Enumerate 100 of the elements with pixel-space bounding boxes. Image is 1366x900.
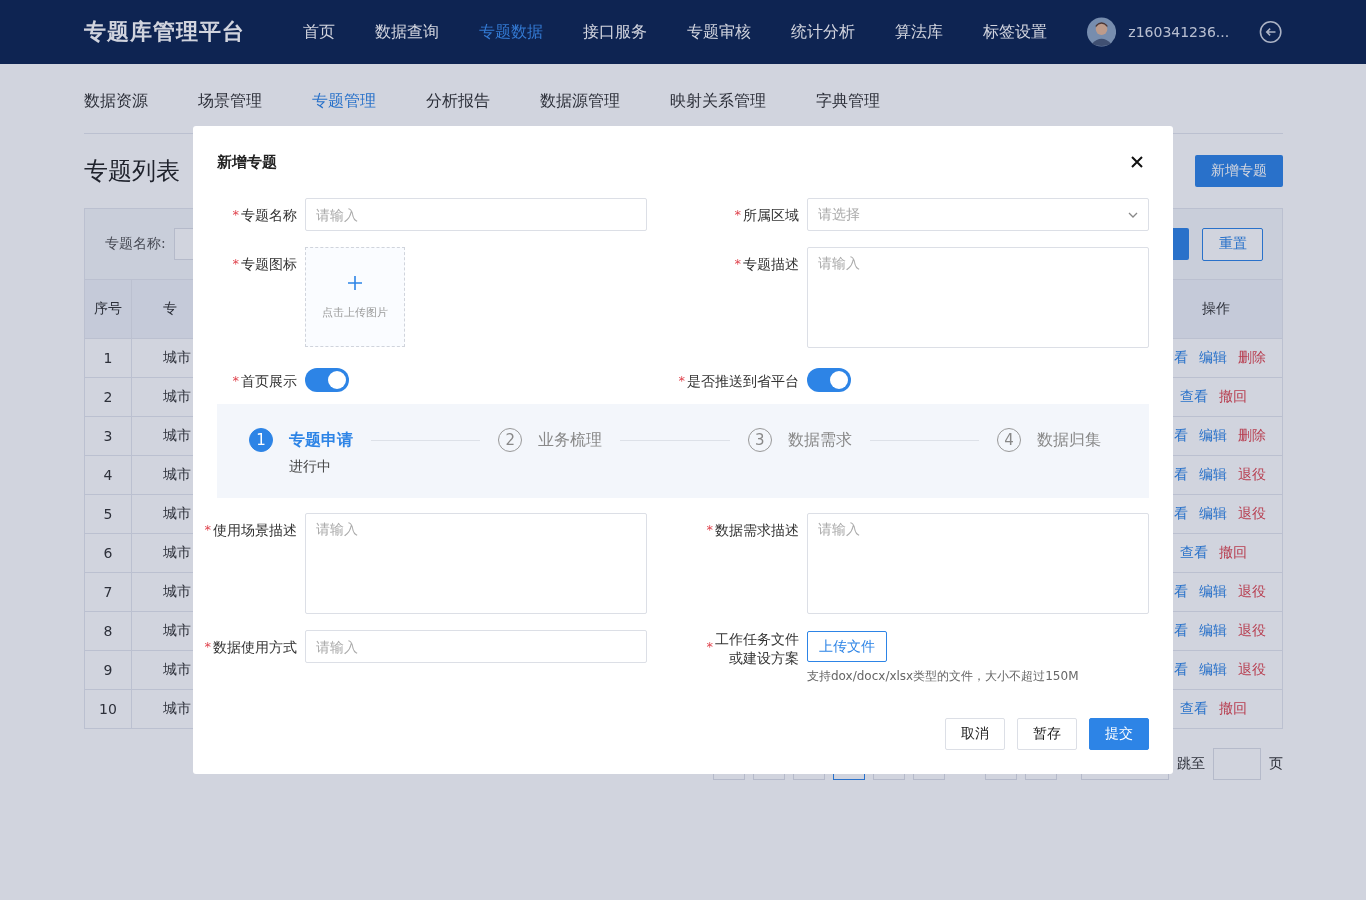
action-link[interactable]: 查看 <box>1180 544 1208 562</box>
field-label: 所属区域 <box>743 206 799 225</box>
required-mark: * <box>232 206 239 224</box>
table-cell: 城市 <box>163 700 191 718</box>
required-mark: * <box>204 521 211 539</box>
table-cell: 城市 <box>163 505 191 523</box>
nav-item[interactable]: 专题审核 <box>687 21 752 43</box>
required-mark: * <box>734 255 741 273</box>
step-title: 数据归集 <box>1037 429 1101 451</box>
text-area[interactable]: 请输入 <box>807 247 1149 348</box>
action-link[interactable]: 删除 <box>1238 349 1266 367</box>
nav-item[interactable]: 数据查询 <box>375 21 440 43</box>
action-link[interactable]: 看 <box>1174 466 1188 484</box>
action-link[interactable]: 删除 <box>1238 427 1266 445</box>
column-header: 序号 <box>85 280 132 338</box>
add-topic-button[interactable]: 新增专题 <box>1195 155 1283 187</box>
nav-item[interactable]: 首页 <box>303 21 336 43</box>
action-link[interactable]: 撤回 <box>1219 700 1247 718</box>
sub-nav-tab[interactable]: 场景管理 <box>198 91 262 112</box>
action-link[interactable]: 编辑 <box>1199 505 1227 523</box>
action-link[interactable]: 退役 <box>1238 505 1266 523</box>
step-status: 进行中 <box>289 458 332 476</box>
close-icon[interactable] <box>1131 156 1143 168</box>
action-link[interactable]: 看 <box>1174 505 1188 523</box>
upload-hint: 支持dox/docx/xlsx类型的文件，大小不超过150M <box>807 668 1079 685</box>
action-link[interactable]: 看 <box>1174 427 1188 445</box>
input-field[interactable]: 请输入 <box>305 198 647 231</box>
reset-button[interactable]: 重置 <box>1202 227 1263 261</box>
sub-nav-tab[interactable]: 分析报告 <box>426 91 490 112</box>
table-cell: 1 <box>85 339 132 377</box>
dialog-button[interactable]: 暂存 <box>1017 718 1077 750</box>
action-link[interactable]: 退役 <box>1238 661 1266 679</box>
field-label: 专题描述 <box>743 255 799 274</box>
nav-item[interactable]: 接口服务 <box>583 21 648 43</box>
user-name[interactable]: z160341236... <box>1128 24 1245 40</box>
required-mark: * <box>232 255 239 273</box>
action-link[interactable]: 撤回 <box>1219 388 1247 406</box>
step-title: 数据需求 <box>787 429 852 451</box>
dialog-button[interactable]: 取消 <box>945 718 1005 750</box>
nav-item[interactable]: 算法库 <box>895 21 944 43</box>
text-area[interactable]: 请输入 <box>305 513 647 614</box>
table-cell: 城市 <box>163 622 191 640</box>
image-upload[interactable]: 点击上传图片 <box>305 247 405 347</box>
action-link[interactable]: 查看 <box>1180 700 1208 718</box>
dialog-title: 新增专题 <box>217 152 277 172</box>
action-link[interactable]: 查看 <box>1180 388 1208 406</box>
sub-nav-tab[interactable]: 数据资源 <box>84 91 148 112</box>
avatar-icon[interactable] <box>1087 17 1117 47</box>
chevron-down-icon <box>1128 211 1138 218</box>
dialog-button[interactable]: 提交 <box>1089 718 1149 750</box>
plus-icon <box>347 274 363 291</box>
action-link[interactable]: 编辑 <box>1199 622 1227 640</box>
action-link[interactable]: 看 <box>1174 583 1188 601</box>
sub-nav-tab[interactable]: 字典管理 <box>816 91 880 112</box>
field-label: 是否推送到省平台 <box>687 372 799 391</box>
action-link[interactable]: 看 <box>1174 622 1188 640</box>
action-link[interactable]: 编辑 <box>1199 661 1227 679</box>
sub-nav-tab[interactable]: 映射关系管理 <box>670 91 766 112</box>
table-cell: 8 <box>85 612 132 650</box>
required-mark: * <box>706 638 713 656</box>
field-label: 工作任务文件 或建设方案 <box>715 630 799 668</box>
nav-item[interactable]: 统计分析 <box>791 21 856 43</box>
field-label: 专题名称 <box>241 206 297 225</box>
action-link[interactable]: 编辑 <box>1199 583 1227 601</box>
field-label: 使用场景描述 <box>213 521 297 540</box>
field-label: 数据需求描述 <box>715 521 799 540</box>
table-cell: 4 <box>85 456 132 494</box>
text-area[interactable]: 请输入 <box>807 513 1149 614</box>
table-cell: 城市 <box>163 544 191 562</box>
table-cell: 城市 <box>163 466 191 484</box>
app-title: 专题库管理平台 <box>84 18 246 46</box>
required-mark: * <box>734 206 741 224</box>
upload-file-button[interactable]: 上传文件 <box>807 631 887 662</box>
action-link[interactable]: 编辑 <box>1199 349 1227 367</box>
field-label: 数据使用方式 <box>213 638 297 657</box>
select-field[interactable]: 请选择 <box>807 198 1149 231</box>
nav-item[interactable]: 专题数据 <box>479 21 544 43</box>
input-field[interactable]: 请输入 <box>305 630 647 663</box>
required-mark: * <box>232 372 239 390</box>
nav-item[interactable]: 标签设置 <box>983 21 1048 43</box>
page-input[interactable] <box>1213 748 1261 780</box>
logout-icon[interactable] <box>1258 20 1282 44</box>
step-number: 1 <box>249 428 273 452</box>
action-link[interactable]: 编辑 <box>1199 466 1227 484</box>
action-link[interactable]: 退役 <box>1238 466 1266 484</box>
action-link[interactable]: 退役 <box>1238 583 1266 601</box>
action-link[interactable]: 看 <box>1174 349 1188 367</box>
toggle-switch[interactable] <box>305 368 349 392</box>
sub-nav-tab[interactable]: 数据源管理 <box>540 91 620 112</box>
toggle-switch[interactable] <box>807 368 851 392</box>
table-cell: 6 <box>85 534 132 572</box>
sub-nav-tab[interactable]: 专题管理 <box>312 91 376 112</box>
action-link[interactable]: 撤回 <box>1219 544 1247 562</box>
table-cell: 7 <box>85 573 132 611</box>
action-link[interactable]: 编辑 <box>1199 427 1227 445</box>
column-header: 专 <box>163 300 177 318</box>
table-cell: 城市 <box>163 583 191 601</box>
action-link[interactable]: 退役 <box>1238 622 1266 640</box>
action-link[interactable]: 看 <box>1174 661 1188 679</box>
page-suffix: 页 <box>1269 755 1283 773</box>
